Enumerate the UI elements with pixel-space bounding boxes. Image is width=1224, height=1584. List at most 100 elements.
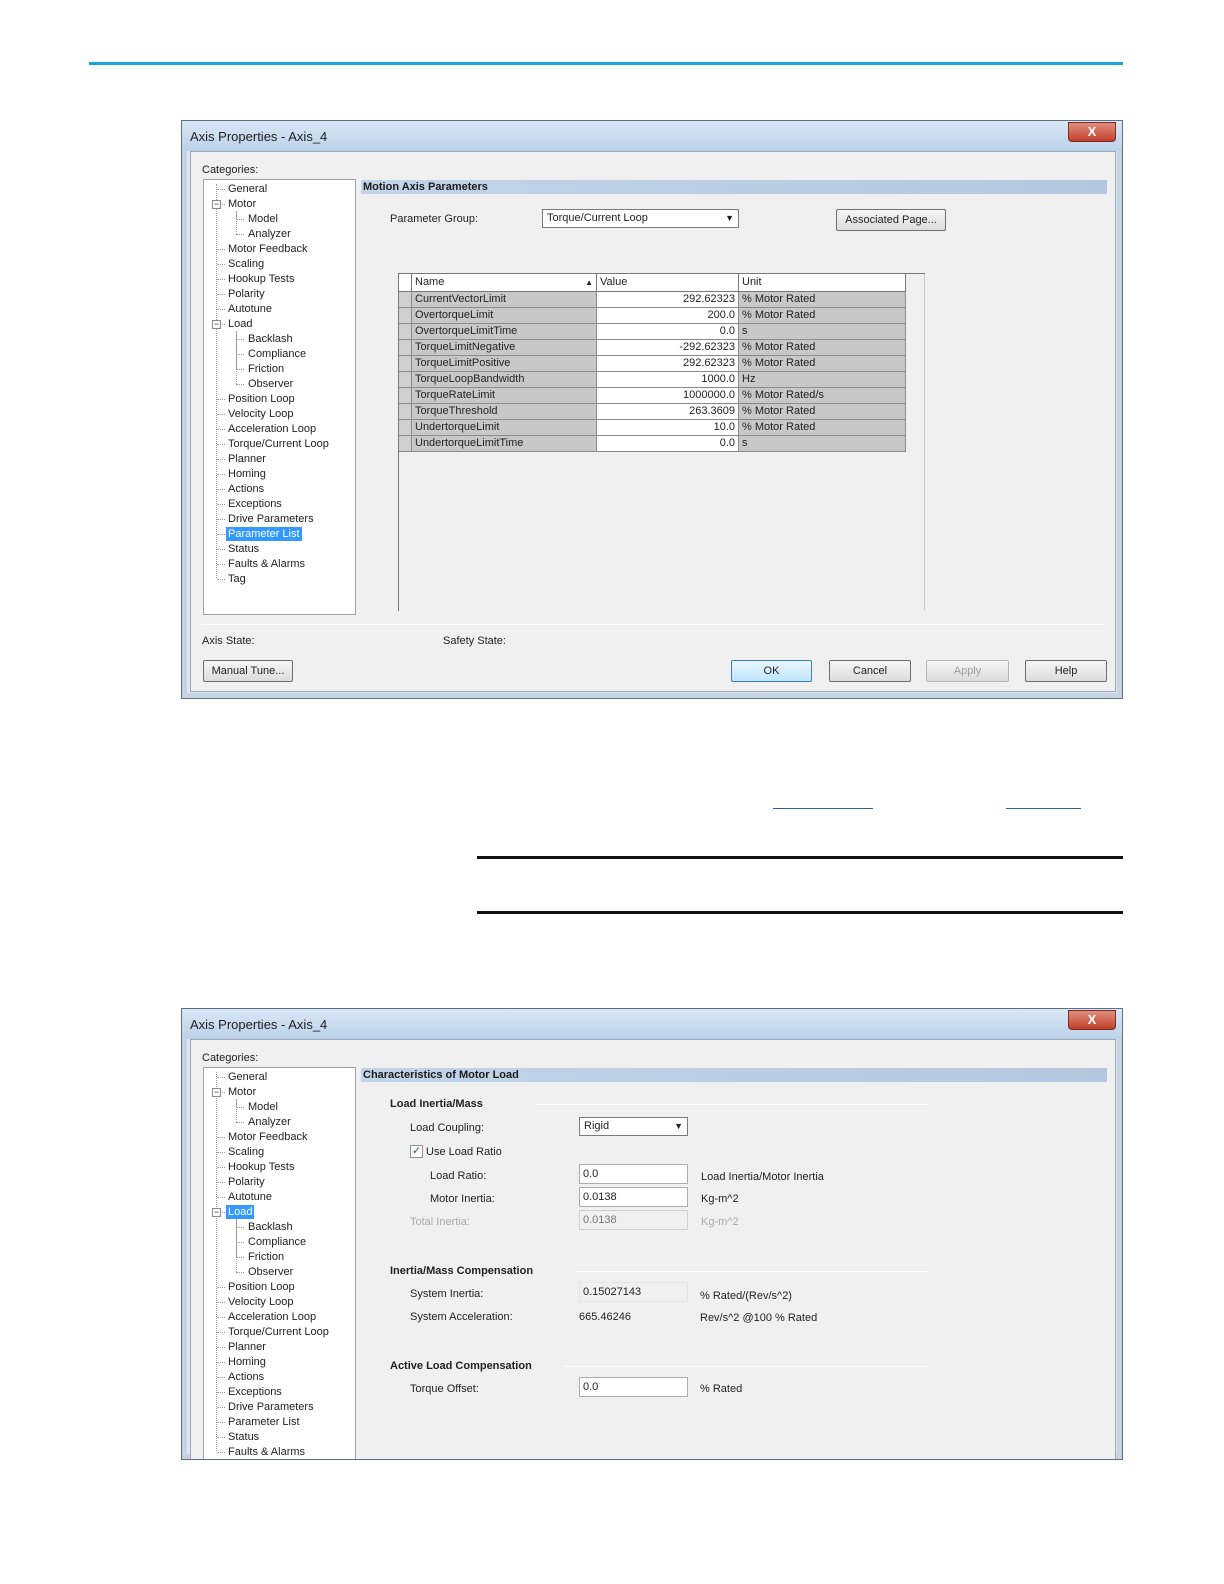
tree-item-polarity[interactable]: Polarity [226, 287, 267, 301]
load-coupling-select[interactable]: Rigid ▼ [579, 1117, 688, 1136]
tree-item-polarity[interactable]: Polarity [226, 1175, 267, 1189]
parameter-value-cell[interactable]: 0.0 [597, 436, 739, 452]
column-header-value[interactable]: Value [597, 274, 739, 292]
tree-item-observer[interactable]: Observer [246, 1265, 295, 1279]
tree-item-homing[interactable]: Homing [226, 467, 268, 481]
collapse-icon[interactable]: − [212, 320, 221, 329]
tree-item-autotune[interactable]: Autotune [226, 302, 274, 316]
tree-item-load[interactable]: Load [226, 317, 254, 331]
associated-page-button[interactable]: Associated Page... [836, 209, 946, 231]
tree-connector [236, 1107, 244, 1108]
tree-item-parameter-list[interactable]: Parameter List [226, 527, 302, 541]
collapse-icon[interactable]: − [212, 1208, 221, 1217]
parameter-value-cell[interactable]: -292.62323 [597, 340, 739, 356]
categories-tree[interactable]: General − Motor Model Analyzer Motor Feedback… [203, 179, 356, 615]
tree-item-general[interactable]: General [226, 1070, 269, 1084]
tree-item-drive-parameters[interactable]: Drive Parameters [226, 512, 316, 526]
tree-item-faults-and-alarms[interactable]: Faults & Alarms [226, 557, 307, 571]
tree-item-homing[interactable]: Homing [226, 1355, 268, 1369]
tree-item-model[interactable]: Model [246, 1100, 280, 1114]
tree-item-general[interactable]: General [226, 182, 269, 196]
bottom-separator [201, 624, 1105, 625]
ok-button[interactable]: OK [731, 660, 812, 682]
tree-item-compliance[interactable]: Compliance [246, 347, 308, 361]
tree-item-hookup-tests[interactable]: Hookup Tests [226, 1160, 296, 1174]
tree-item-analyzer[interactable]: Analyzer [246, 1115, 293, 1129]
document-link-underline[interactable] [1006, 808, 1081, 809]
tree-item-motor[interactable]: Motor [226, 197, 258, 211]
help-button[interactable]: Help [1025, 660, 1107, 682]
tree-item-drive-parameters[interactable]: Drive Parameters [226, 1400, 316, 1414]
motor-inertia-input[interactable]: 0.0138 [579, 1187, 688, 1207]
tree-item-actions[interactable]: Actions [226, 482, 266, 496]
tree-item-position-loop[interactable]: Position Loop [226, 1280, 297, 1294]
tree-item-exceptions[interactable]: Exceptions [226, 497, 284, 511]
collapse-icon[interactable]: − [212, 1088, 221, 1097]
tree-item-observer[interactable]: Observer [246, 377, 295, 391]
tree-item-velocity-loop[interactable]: Velocity Loop [226, 407, 295, 421]
tree-item-tag[interactable]: Tag [226, 572, 248, 586]
parameter-value-cell[interactable]: 263.3609 [597, 404, 739, 420]
cancel-button[interactable]: Cancel [829, 660, 911, 682]
apply-button[interactable]: Apply [926, 660, 1009, 682]
tree-item-actions[interactable]: Actions [226, 1370, 266, 1384]
document-link-underline[interactable] [773, 808, 873, 809]
tree-item-model[interactable]: Model [246, 212, 280, 226]
parameter-value-cell[interactable]: 1000000.0 [597, 388, 739, 404]
categories-tree[interactable]: General − Motor Model Analyzer Motor Feedback… [203, 1067, 356, 1459]
tree-connector [217, 264, 225, 265]
torque-offset-input[interactable]: 0.0 [579, 1377, 688, 1397]
close-button[interactable]: X [1068, 1010, 1116, 1030]
tree-item-status[interactable]: Status [226, 542, 261, 556]
tree-item-status[interactable]: Status [226, 1430, 261, 1444]
tree-item-position-loop[interactable]: Position Loop [226, 392, 297, 406]
parameter-value-cell[interactable]: 0.0 [597, 324, 739, 340]
close-button[interactable]: X [1068, 122, 1116, 142]
tree-connector [236, 1257, 244, 1258]
tree-item-friction[interactable]: Friction [246, 362, 286, 376]
parameter-value-cell[interactable]: 292.62323 [597, 292, 739, 308]
parameter-unit-cell: % Motor Rated [739, 356, 906, 372]
parameter-group-select[interactable]: Torque/Current Loop ▼ [542, 209, 739, 228]
column-header-name[interactable]: Name ▲ [412, 274, 597, 292]
tree-item-load[interactable]: Load [226, 1205, 255, 1219]
parameter-value-cell[interactable]: 1000.0 [597, 372, 739, 388]
tree-item-planner[interactable]: Planner [226, 1340, 268, 1354]
collapse-icon[interactable]: − [212, 200, 221, 209]
tree-item-backlash[interactable]: Backlash [246, 332, 295, 346]
categories-label: Categories: [202, 1052, 259, 1064]
tree-item-analyzer[interactable]: Analyzer [246, 227, 293, 241]
manual-tune-button[interactable]: Manual Tune... [203, 660, 293, 682]
tree-item-scaling[interactable]: Scaling [226, 257, 266, 271]
tree-item-autotune[interactable]: Autotune [226, 1190, 274, 1204]
row-header [399, 356, 412, 372]
tree-item-planner[interactable]: Planner [226, 452, 268, 466]
use-load-ratio-checkbox[interactable]: ✓ [410, 1145, 423, 1158]
parameter-grid[interactable]: Name ▲ Value Unit CurrentVectorLimit 292.… [398, 273, 925, 611]
tree-item-torque-current-loop[interactable]: Torque/Current Loop [226, 437, 331, 451]
tree-item-motor-feedback[interactable]: Motor Feedback [226, 242, 309, 256]
parameter-value-cell[interactable]: 10.0 [597, 420, 739, 436]
tree-item-acceleration-loop[interactable]: Acceleration Loop [226, 1310, 318, 1324]
tree-connector [217, 549, 225, 550]
safety-state-label: Safety State: [443, 635, 506, 647]
parameter-name-cell: TorqueLimitPositive [412, 356, 597, 372]
parameter-value-cell[interactable]: 292.62323 [597, 356, 739, 372]
tree-item-faults-and-alarms[interactable]: Faults & Alarms [226, 1445, 307, 1459]
tree-item-motor-feedback[interactable]: Motor Feedback [226, 1130, 309, 1144]
tree-item-acceleration-loop[interactable]: Acceleration Loop [226, 422, 318, 436]
tree-item-exceptions[interactable]: Exceptions [226, 1385, 284, 1399]
parameter-value-cell[interactable]: 200.0 [597, 308, 739, 324]
grid-corner [399, 274, 412, 292]
load-ratio-input[interactable]: 0.0 [579, 1164, 688, 1184]
tree-item-backlash[interactable]: Backlash [246, 1220, 295, 1234]
tree-item-motor[interactable]: Motor [226, 1085, 258, 1099]
tree-item-scaling[interactable]: Scaling [226, 1145, 266, 1159]
tree-item-parameter-list[interactable]: Parameter List [226, 1415, 302, 1429]
column-header-unit[interactable]: Unit [739, 274, 906, 292]
tree-item-velocity-loop[interactable]: Velocity Loop [226, 1295, 295, 1309]
tree-item-torque-current-loop[interactable]: Torque/Current Loop [226, 1325, 331, 1339]
tree-item-compliance[interactable]: Compliance [246, 1235, 308, 1249]
tree-item-hookup-tests[interactable]: Hookup Tests [226, 272, 296, 286]
tree-item-friction[interactable]: Friction [246, 1250, 286, 1264]
